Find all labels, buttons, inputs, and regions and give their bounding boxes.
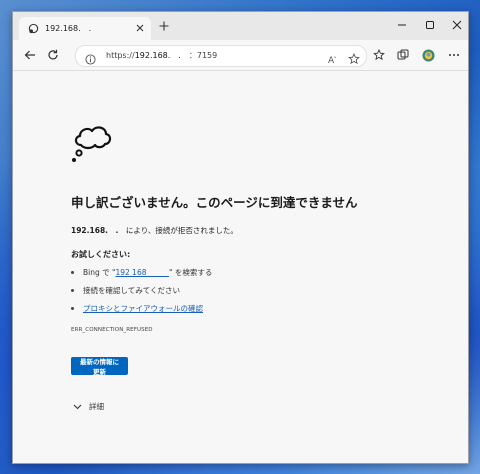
proxy-firewall-link[interactable]: プロキシとファイアウォールの確認 bbox=[83, 303, 203, 314]
error-page-icon bbox=[27, 23, 39, 35]
address-bar[interactable]: https://192.168. . ：7159 Aᵃ bbox=[75, 45, 367, 67]
minimize-icon[interactable] bbox=[391, 16, 413, 34]
details-label: 詳細 bbox=[89, 402, 104, 411]
page-content: 申し訳ございません。このページに到達できません 192.168. . により、接… bbox=[13, 71, 468, 463]
maximize-icon[interactable] bbox=[419, 16, 441, 34]
browser-window: 192.168. . https://192.168. . ：7159 A ᵃ … bbox=[12, 11, 469, 464]
error-code: ERR_CONNECTION_REFUSED bbox=[71, 327, 153, 333]
thought-cloud-icon bbox=[71, 123, 113, 169]
try-heading: お試しください: bbox=[71, 250, 131, 259]
bullet-icon bbox=[71, 289, 74, 292]
back-icon[interactable] bbox=[21, 46, 39, 64]
navigation-toolbar: https://192.168. . ：7159 Aᵃ bbox=[13, 40, 468, 71]
svg-text:ᵃ: ᵃ bbox=[334, 56, 336, 62]
error-host: 192.168. . bbox=[71, 226, 119, 235]
url-port: ：7159 bbox=[188, 51, 218, 60]
url-host: 192.168. . bbox=[134, 51, 189, 60]
browser-tab[interactable]: 192.168. . bbox=[19, 17, 151, 40]
collections-icon[interactable] bbox=[394, 46, 412, 64]
info-icon[interactable] bbox=[85, 50, 96, 69]
bullet-icon bbox=[71, 307, 74, 310]
chevron-down-icon bbox=[73, 404, 82, 410]
new-tab-icon[interactable] bbox=[156, 18, 172, 34]
favorites-icon[interactable] bbox=[370, 46, 388, 64]
error-title: 申し訳ございません。このページに到達できません bbox=[71, 195, 358, 210]
suggestion-search-bing: Bing で " 192 168 " を検索する bbox=[71, 267, 212, 278]
suggestion-prefix: Bing で " bbox=[83, 268, 116, 277]
close-tab-icon[interactable] bbox=[133, 21, 147, 35]
details-toggle[interactable]: 詳細 bbox=[73, 401, 104, 412]
read-aloud-icon[interactable]: Aᵃ bbox=[328, 50, 340, 69]
bing-search-link[interactable]: 192 168 bbox=[115, 267, 169, 278]
more-options-icon[interactable] bbox=[445, 46, 463, 64]
suggestion-suffix: " を検索する bbox=[168, 268, 213, 277]
suggestion-proxy-firewall: プロキシとファイアウォールの確認 bbox=[71, 303, 203, 314]
error-description: 192.168. . により、接続が拒否されました。 bbox=[71, 225, 238, 236]
bullet-icon bbox=[71, 271, 74, 274]
suggestion-check-connection: 接続を確認してみてください bbox=[71, 285, 180, 296]
tab-strip: 192.168. . bbox=[13, 12, 468, 40]
profile-avatar[interactable] bbox=[419, 46, 437, 64]
suggestion-text: 接続を確認してみてください bbox=[83, 286, 181, 295]
favorite-add-icon[interactable] bbox=[348, 50, 360, 69]
refresh-icon[interactable] bbox=[44, 46, 62, 64]
tab-title: 192.168. . bbox=[45, 24, 92, 33]
error-description-text: により、接続が拒否されました。 bbox=[118, 226, 238, 235]
url-scheme: https:// bbox=[106, 51, 135, 60]
url-text: https://192.168. . ：7159 bbox=[106, 50, 217, 61]
refresh-button[interactable]: 最新の情報に更新 bbox=[71, 357, 128, 376]
close-window-icon[interactable] bbox=[446, 16, 468, 34]
